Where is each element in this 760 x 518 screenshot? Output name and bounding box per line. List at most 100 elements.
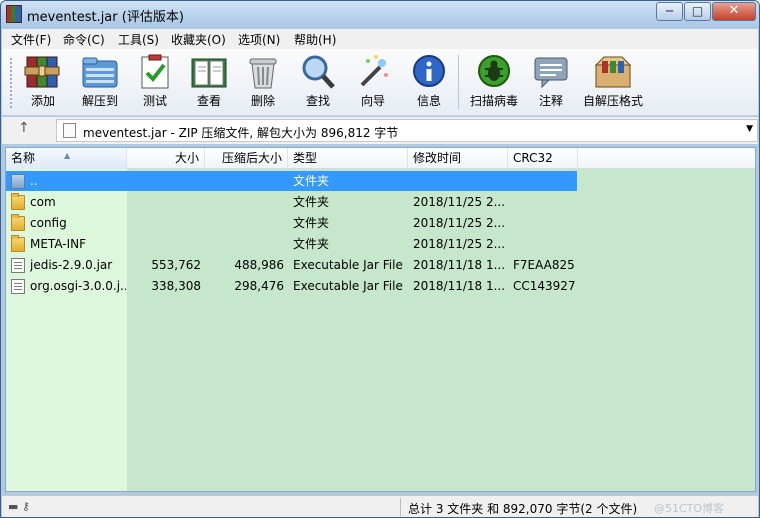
toolbar-comment-button[interactable]: 注释: [532, 53, 570, 109]
add-archive-icon: [24, 53, 62, 91]
menu-tools[interactable]: 工具(S): [118, 31, 159, 48]
file-row[interactable]: org.osgi-3.0.0.j... 338,308 298,476 Executa…: [6, 276, 755, 297]
title-bar[interactable]: meventest.jar (评估版本) ─ □ ✕: [1, 1, 759, 28]
toolbar-find-button[interactable]: 查找: [299, 53, 337, 109]
toolbar-test-label: 测试: [142, 94, 167, 108]
archive-path-field[interactable]: meventest.jar - ZIP 压缩文件, 解包大小为 896,812 …: [56, 119, 758, 142]
file-size: 338,308: [151, 279, 201, 293]
file-name: org.osgi-3.0.0.j...: [30, 279, 126, 293]
file-name: META-INF: [30, 237, 87, 251]
file-modified: 2018/11/25 2...: [413, 216, 506, 230]
file-type: Executable Jar File: [293, 258, 403, 272]
view-icon: [190, 53, 228, 91]
winrar-window: meventest.jar (评估版本) ─ □ ✕ 文件(F) 命令(C) 工…: [0, 0, 760, 518]
toolbar-delete-button[interactable]: 删除: [244, 53, 282, 109]
file-name: jedis-2.9.0.jar: [30, 258, 113, 272]
toolbar-delete-label: 删除: [250, 94, 275, 108]
file-type: Executable Jar File: [293, 279, 403, 293]
extract-to-icon: [81, 53, 119, 91]
file-row[interactable]: META-INF 文件夹 2018/11/25 2...: [6, 234, 755, 255]
toolbar-info-button[interactable]: 信息: [410, 53, 448, 109]
toolbar: 添加 解压到 测试 查看 删除 查找 向导 信息 扫描病毒 注释 自解压格式: [2, 49, 758, 116]
toolbar-add-label: 添加: [30, 94, 55, 108]
file-list[interactable]: 名称 ▲ 大小 压缩后大小 类型 修改时间 CRC32 .. 文件夹 com 文件夹 2…: [5, 147, 756, 492]
column-header-size[interactable]: 大小: [127, 148, 205, 169]
file-row[interactable]: com 文件夹 2018/11/25 2...: [6, 192, 755, 213]
folder-icon: [11, 214, 25, 231]
status-summary: 总计 3 文件夹 和 892,070 字节(2 个文件): [408, 502, 638, 516]
column-header-packed-size[interactable]: 压缩后大小: [205, 148, 288, 169]
toolbar-comment-label: 注释: [538, 94, 563, 108]
column-header-row: 名称 ▲ 大小 压缩后大小 类型 修改时间 CRC32: [6, 148, 755, 169]
toolbar-extract-to-button[interactable]: 解压到: [78, 53, 122, 109]
file-type: 文件夹: [293, 237, 330, 251]
folder-icon: [11, 235, 25, 252]
status-bar: ▬ ⚷ 总计 3 文件夹 和 892,070 字节(2 个文件) @51CTO博…: [2, 495, 758, 517]
toolbar-virus-scan-label: 扫描病毒: [469, 94, 518, 108]
file-type: 文件夹: [293, 195, 330, 209]
menu-help[interactable]: 帮助(H): [294, 31, 336, 48]
file-crc32: F7EAA825: [513, 258, 575, 272]
status-drive-key-icons[interactable]: ▬ ⚷: [8, 500, 30, 513]
toolbar-grip[interactable]: [9, 57, 13, 109]
file-packed-size: 298,476: [234, 279, 284, 293]
info-icon: [410, 53, 448, 91]
file-row[interactable]: config 文件夹 2018/11/25 2...: [6, 213, 755, 234]
menu-options[interactable]: 选项(N): [238, 31, 280, 48]
jar-file-icon: [11, 258, 25, 273]
file-modified: 2018/11/18 1...: [413, 258, 506, 272]
wizard-icon: [354, 53, 392, 91]
file-crc32: CC143927: [513, 279, 576, 293]
sort-ascending-icon: ▲: [64, 151, 71, 160]
file-name: config: [30, 216, 67, 230]
toolbar-view-button[interactable]: 查看: [190, 53, 228, 109]
column-header-crc32[interactable]: CRC32: [508, 148, 578, 169]
menu-commands[interactable]: 命令(C): [63, 31, 105, 48]
file-type: 文件夹: [293, 174, 330, 188]
winrar-app-icon[interactable]: [6, 5, 22, 23]
close-button[interactable]: ✕: [712, 2, 756, 21]
sfx-icon: [594, 53, 632, 91]
file-size: 553,762: [151, 258, 201, 272]
toolbar-sfx-button[interactable]: 自解压格式: [582, 53, 644, 109]
column-header-modified[interactable]: 修改时间: [408, 148, 508, 169]
toolbar-extract-to-label: 解压到: [81, 94, 118, 108]
toolbar-wizard-button[interactable]: 向导: [354, 53, 392, 109]
menu-bar: 文件(F) 命令(C) 工具(S) 收藏夹(O) 选项(N) 帮助(H): [2, 29, 758, 49]
jar-file-icon: [11, 279, 25, 294]
column-header-name-label: 名称: [11, 151, 36, 165]
file-modified: 2018/11/25 2...: [413, 237, 506, 251]
archive-path-text: meventest.jar - ZIP 压缩文件, 解包大小为 896,812 …: [83, 126, 399, 140]
toolbar-add-button[interactable]: 添加: [24, 53, 62, 109]
file-name: ..: [30, 174, 38, 188]
maximize-button[interactable]: □: [684, 2, 711, 21]
minimize-button[interactable]: ─: [656, 2, 683, 21]
file-modified: 2018/11/18 1...: [413, 279, 506, 293]
file-row[interactable]: .. 文件夹: [6, 171, 755, 192]
virus-scan-icon: [475, 53, 513, 91]
column-header-type[interactable]: 类型: [288, 148, 408, 169]
test-icon: [136, 53, 174, 91]
status-divider: [400, 498, 401, 516]
file-name: com: [30, 195, 56, 209]
archive-file-icon: [63, 123, 76, 138]
parent-folder-icon: [11, 174, 25, 189]
toolbar-separator: [458, 55, 459, 109]
toolbar-view-label: 查看: [196, 94, 221, 108]
toolbar-info-label: 信息: [416, 94, 441, 108]
chevron-down-icon[interactable]: ▼: [746, 124, 753, 134]
menu-favorites[interactable]: 收藏夹(O): [171, 31, 226, 48]
up-one-level-button[interactable]: ↑: [18, 120, 30, 136]
toolbar-sfx-label: 自解压格式: [582, 94, 643, 108]
toolbar-virus-scan-button[interactable]: 扫描病毒: [468, 53, 520, 109]
file-packed-size: 488,986: [234, 258, 284, 272]
address-bar: ↑ meventest.jar - ZIP 压缩文件, 解包大小为 896,81…: [2, 117, 758, 144]
window-title: meventest.jar (评估版本): [27, 10, 184, 25]
toolbar-wizard-label: 向导: [360, 94, 385, 108]
menu-file[interactable]: 文件(F): [11, 31, 51, 48]
toolbar-test-button[interactable]: 测试: [136, 53, 174, 109]
find-icon: [299, 53, 337, 91]
file-row[interactable]: jedis-2.9.0.jar 553,762 488,986 Executable …: [6, 255, 755, 276]
delete-icon: [244, 53, 282, 91]
column-header-name[interactable]: 名称 ▲: [6, 148, 127, 169]
